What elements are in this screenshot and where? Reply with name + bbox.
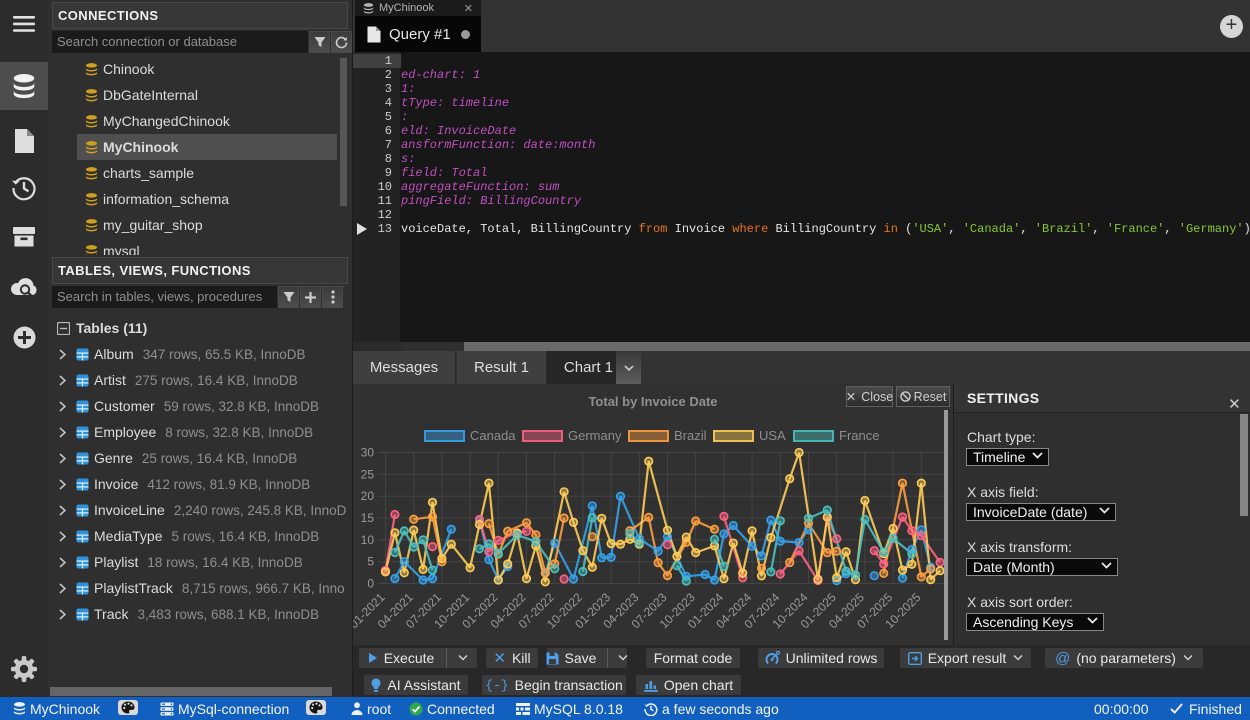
svg-text:20: 20 [361,489,375,503]
svg-text:25: 25 [361,467,375,481]
svg-text:30: 30 [361,446,375,460]
svg-text:5: 5 [367,555,374,569]
svg-text:15: 15 [361,511,375,525]
svg-text:0: 0 [367,577,374,591]
svg-text:10: 10 [361,533,375,547]
